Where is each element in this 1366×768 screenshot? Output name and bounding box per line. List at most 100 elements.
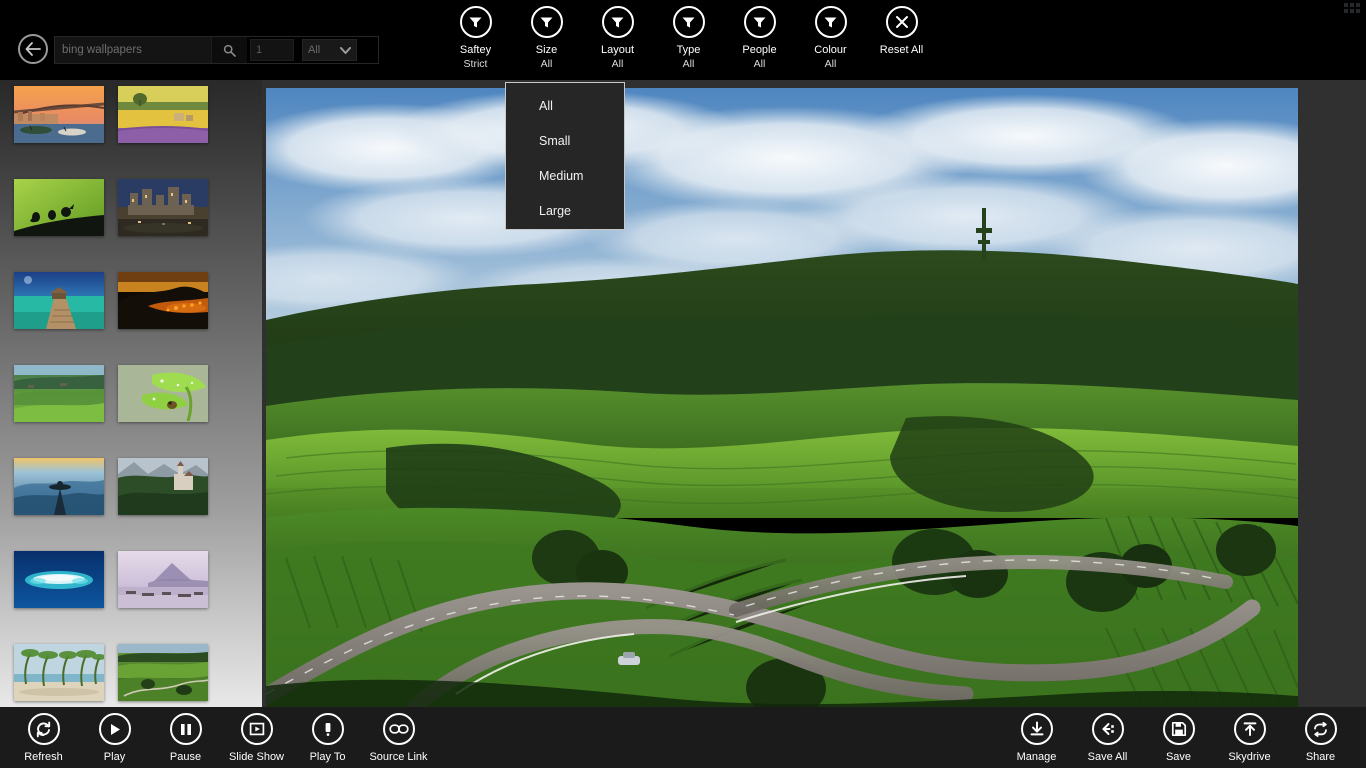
thumbnail-7[interactable]	[14, 365, 104, 422]
floppy-save-icon	[1162, 713, 1195, 745]
play-button[interactable]: Play	[79, 713, 150, 763]
dropdown-item-large[interactable]: Large	[506, 194, 624, 229]
filter-reset-all[interactable]: Reset All	[866, 6, 937, 57]
search-icon	[223, 44, 236, 57]
filter-value: All	[824, 58, 837, 70]
thumbnail-grid	[0, 72, 262, 701]
filter-type[interactable]: Type All	[653, 6, 724, 72]
thumbnail-1[interactable]	[14, 86, 104, 143]
filter-value: Strict	[463, 58, 488, 70]
thumbnail-6[interactable]	[118, 272, 208, 329]
filter-value: All	[753, 58, 766, 70]
filter-bar: Saftey Strict Size All Layout All Type A…	[440, 6, 937, 72]
back-arrow-icon	[25, 42, 41, 56]
filter-label: Saftey	[459, 44, 492, 56]
app-bar-right-group: Manage Save All Save Skydrive Share	[1001, 713, 1356, 763]
grid-dot	[1350, 9, 1354, 13]
filter-label: People	[742, 44, 777, 56]
corner-grid-icon	[1344, 3, 1360, 13]
page-number-input[interactable]	[250, 39, 294, 61]
play-icon	[98, 713, 131, 745]
play-to-button[interactable]: Play To	[292, 713, 363, 763]
grid-dot	[1356, 3, 1360, 7]
thumbnail-13[interactable]	[14, 644, 104, 701]
app-window: All Saftey Strict Size All	[0, 0, 1366, 768]
app-bar-left-group: Refresh Play Pause Slide Show Play To So…	[8, 713, 434, 763]
save-all-icon	[1091, 713, 1124, 745]
skydrive-upload-icon	[1233, 713, 1266, 745]
filter-label: Reset All	[879, 44, 924, 56]
save-button[interactable]: Save	[1143, 713, 1214, 763]
dropdown-item-all[interactable]: All	[506, 89, 624, 124]
play-to-icon	[311, 713, 344, 745]
slideshow-icon	[240, 713, 273, 745]
bottom-app-bar: Refresh Play Pause Slide Show Play To So…	[0, 707, 1366, 768]
link-chain-icon	[382, 713, 415, 745]
command-label: Play To	[309, 751, 346, 763]
pause-button[interactable]: Pause	[150, 713, 221, 763]
command-label: Source Link	[369, 751, 428, 763]
filter-value: All	[540, 58, 553, 70]
thumbnail-4[interactable]	[118, 179, 208, 236]
slide-show-button[interactable]: Slide Show	[221, 713, 292, 763]
download-manage-icon	[1020, 713, 1053, 745]
grid-dot	[1344, 9, 1348, 13]
search-input[interactable]	[55, 37, 211, 63]
grid-dot	[1350, 3, 1354, 7]
command-label: Pause	[169, 751, 202, 763]
close-x-icon	[885, 6, 918, 38]
filter-value: All	[682, 58, 695, 70]
filter-people[interactable]: People All	[724, 6, 795, 72]
search-button[interactable]	[211, 37, 247, 63]
grid-dot	[1344, 3, 1348, 7]
back-button[interactable]	[18, 34, 48, 64]
command-label: Save	[1165, 751, 1192, 763]
size-filter-dropdown[interactable]: All Small Medium Large	[505, 82, 625, 230]
save-all-button[interactable]: Save All	[1072, 713, 1143, 763]
filter-funnel-icon	[459, 6, 492, 38]
thumbnail-11[interactable]	[14, 551, 104, 608]
thumbnail-9[interactable]	[14, 458, 104, 515]
command-label: Refresh	[24, 751, 63, 763]
share-button[interactable]: Share	[1285, 713, 1356, 763]
command-label: Slide Show	[228, 751, 285, 763]
thumbnail-8[interactable]	[118, 365, 208, 422]
thumbnail-3[interactable]	[14, 179, 104, 236]
thumbnail-12[interactable]	[118, 551, 208, 608]
filter-funnel-icon	[530, 6, 563, 38]
filter-funnel-icon	[672, 6, 705, 38]
command-label: Play	[103, 751, 126, 763]
dropdown-item-medium[interactable]: Medium	[506, 159, 624, 194]
share-loop-icon	[1304, 713, 1337, 745]
dropdown-item-small[interactable]: Small	[506, 124, 624, 159]
manage-button[interactable]: Manage	[1001, 713, 1072, 763]
filter-layout[interactable]: Layout All	[582, 6, 653, 72]
image-stage	[262, 72, 1366, 708]
filter-label: Size	[535, 44, 558, 56]
filter-funnel-icon	[601, 6, 634, 38]
filter-size[interactable]: Size All	[511, 6, 582, 72]
filter-label: Type	[676, 44, 701, 56]
thumbnail-2[interactable]	[118, 86, 208, 143]
grid-dot	[1356, 9, 1360, 13]
skydrive-button[interactable]: Skydrive	[1214, 713, 1285, 763]
filter-funnel-icon	[743, 6, 776, 38]
command-label: Save All	[1087, 751, 1128, 763]
source-link-button[interactable]: Source Link	[363, 713, 434, 763]
command-label: Manage	[1016, 751, 1057, 763]
hero-image[interactable]	[266, 88, 1298, 708]
filter-value: All	[611, 58, 624, 70]
search-bar: All	[54, 36, 379, 64]
filter-colour[interactable]: Colour All	[795, 6, 866, 72]
filter-saftey[interactable]: Saftey Strict	[440, 6, 511, 72]
filter-funnel-icon	[814, 6, 847, 38]
refresh-button[interactable]: Refresh	[8, 713, 79, 763]
filter-label: Layout	[600, 44, 635, 56]
thumbnail-sidebar[interactable]	[0, 72, 262, 708]
command-label: Share	[1305, 751, 1336, 763]
result-count-select[interactable]: All	[302, 39, 357, 61]
thumbnail-14[interactable]	[118, 644, 208, 701]
refresh-icon	[27, 713, 60, 745]
thumbnail-10[interactable]	[118, 458, 208, 515]
thumbnail-5[interactable]	[14, 272, 104, 329]
